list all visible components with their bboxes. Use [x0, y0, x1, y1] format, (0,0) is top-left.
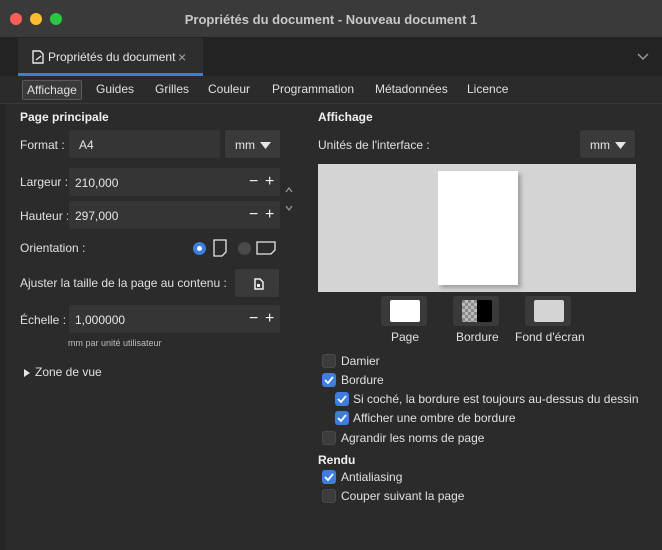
window-edge	[0, 104, 6, 550]
close-tab-icon[interactable]: ×	[178, 49, 186, 65]
page-preview	[318, 164, 636, 292]
chevron-down-icon[interactable]	[632, 48, 654, 66]
render-section-title: Rendu	[318, 453, 356, 467]
height-label: Hauteur :	[20, 209, 70, 223]
dropdown-arrow-icon	[260, 142, 271, 149]
width-value: 210,000	[75, 176, 119, 190]
border-on-top-label: Si coché, la bordure est toujours au-des…	[353, 392, 639, 406]
checkerboard-label: Damier	[341, 354, 380, 368]
border-checkbox[interactable]	[322, 373, 336, 387]
decrement-icon[interactable]: −	[249, 206, 258, 224]
tab-label: Propriétés du document	[48, 50, 176, 64]
tab-affichage[interactable]: Affichage	[22, 80, 82, 100]
page-color-swatch	[390, 300, 420, 322]
clip-to-page-checkbox[interactable]	[322, 489, 336, 503]
format-value: A4	[79, 138, 94, 152]
portrait-page-icon	[213, 239, 227, 257]
interface-units-dropdown[interactable]: mm	[579, 129, 636, 159]
tab-guides[interactable]: Guides	[96, 82, 134, 96]
tab-couleur[interactable]: Couleur	[208, 82, 250, 96]
format-label: Format :	[20, 138, 65, 152]
border-label: Bordure	[341, 373, 384, 387]
scale-value: 1,000000	[75, 313, 126, 327]
dropdown-arrow-icon	[615, 142, 626, 149]
viewbox-label: Zone de vue	[35, 365, 102, 379]
viewbox-expander[interactable]: Zone de vue	[24, 365, 124, 381]
landscape-radio[interactable]	[238, 242, 251, 255]
title-bar: Propriétés du document - Nouveau documen…	[0, 0, 662, 38]
decrement-icon[interactable]: −	[249, 173, 258, 191]
checkmark-icon	[324, 473, 334, 482]
border-on-top-checkbox[interactable]	[335, 392, 349, 406]
increment-icon[interactable]: +	[265, 173, 274, 191]
height-value: 297,000	[75, 209, 119, 223]
checkmark-icon	[337, 395, 347, 404]
format-unit-dropdown[interactable]: mm	[224, 129, 281, 159]
fit-page-icon	[254, 278, 264, 290]
tab-programmation[interactable]: Programmation	[272, 82, 354, 96]
border-shadow-label: Afficher une ombre de bordure	[353, 411, 516, 425]
tab-licence[interactable]: Licence	[467, 82, 508, 96]
interface-units-label: Unités de l'interface :	[318, 138, 430, 152]
tab-metadonnees[interactable]: Métadonnées	[375, 82, 448, 96]
display-section-title: Affichage	[318, 110, 373, 124]
large-page-names-label: Agrandir les noms de page	[341, 431, 485, 445]
page-section-title: Page principale	[20, 110, 109, 124]
large-page-names-checkbox[interactable]	[322, 431, 336, 445]
border-swatch-label: Bordure	[456, 330, 499, 344]
tab-grilles[interactable]: Grilles	[155, 82, 189, 96]
interface-units-value: mm	[590, 138, 610, 152]
fit-page-label: Ajuster la taille de la page au contenu …	[20, 276, 227, 290]
format-field[interactable]: A4	[68, 129, 221, 159]
width-label: Largeur :	[20, 175, 69, 189]
lock-ratio-chain-icon[interactable]	[285, 187, 293, 211]
fit-page-button[interactable]	[234, 268, 280, 298]
increment-icon[interactable]: +	[265, 206, 274, 224]
desk-color-swatch	[534, 300, 564, 322]
section-tabs: Affichage Guides Grilles Couleur Program…	[0, 76, 662, 104]
document-properties-icon	[32, 50, 44, 64]
scale-hint: mm par unité utilisateur	[68, 338, 162, 348]
border-color-button[interactable]	[453, 296, 499, 326]
checkerboard-checkbox[interactable]	[322, 354, 336, 368]
preview-page-sheet	[438, 171, 518, 285]
width-spinbox[interactable]: 210,000 − +	[68, 167, 281, 197]
landscape-page-icon	[256, 241, 276, 255]
border-shadow-checkbox[interactable]	[335, 411, 349, 425]
decrement-icon[interactable]: −	[249, 310, 258, 328]
page-swatch-label: Page	[391, 330, 420, 344]
page-color-button[interactable]	[381, 296, 427, 326]
checkmark-icon	[337, 414, 347, 423]
antialiasing-label: Antialiasing	[341, 470, 403, 484]
scale-label: Échelle :	[20, 313, 67, 327]
desk-swatch-label: Fond d'écran	[515, 330, 585, 344]
checkmark-icon	[324, 376, 334, 385]
increment-icon[interactable]: +	[265, 310, 274, 328]
portrait-radio[interactable]	[193, 242, 206, 255]
orientation-label: Orientation :	[20, 241, 86, 255]
desk-color-button[interactable]	[525, 296, 571, 326]
window-title: Propriétés du document - Nouveau documen…	[184, 12, 478, 27]
format-unit-value: mm	[235, 138, 255, 152]
dialog-tab-strip: Propriétés du document ×	[0, 38, 662, 76]
chevron-right-icon	[24, 369, 30, 377]
height-spinbox[interactable]: 297,000 − +	[68, 200, 281, 230]
antialiasing-checkbox[interactable]	[322, 470, 336, 484]
clip-to-page-label: Couper suivant la page	[341, 489, 465, 503]
tab-document-properties[interactable]: Propriétés du document ×	[18, 38, 203, 76]
scale-spinbox[interactable]: 1,000000 − +	[68, 304, 281, 334]
border-color-swatch	[462, 300, 492, 322]
